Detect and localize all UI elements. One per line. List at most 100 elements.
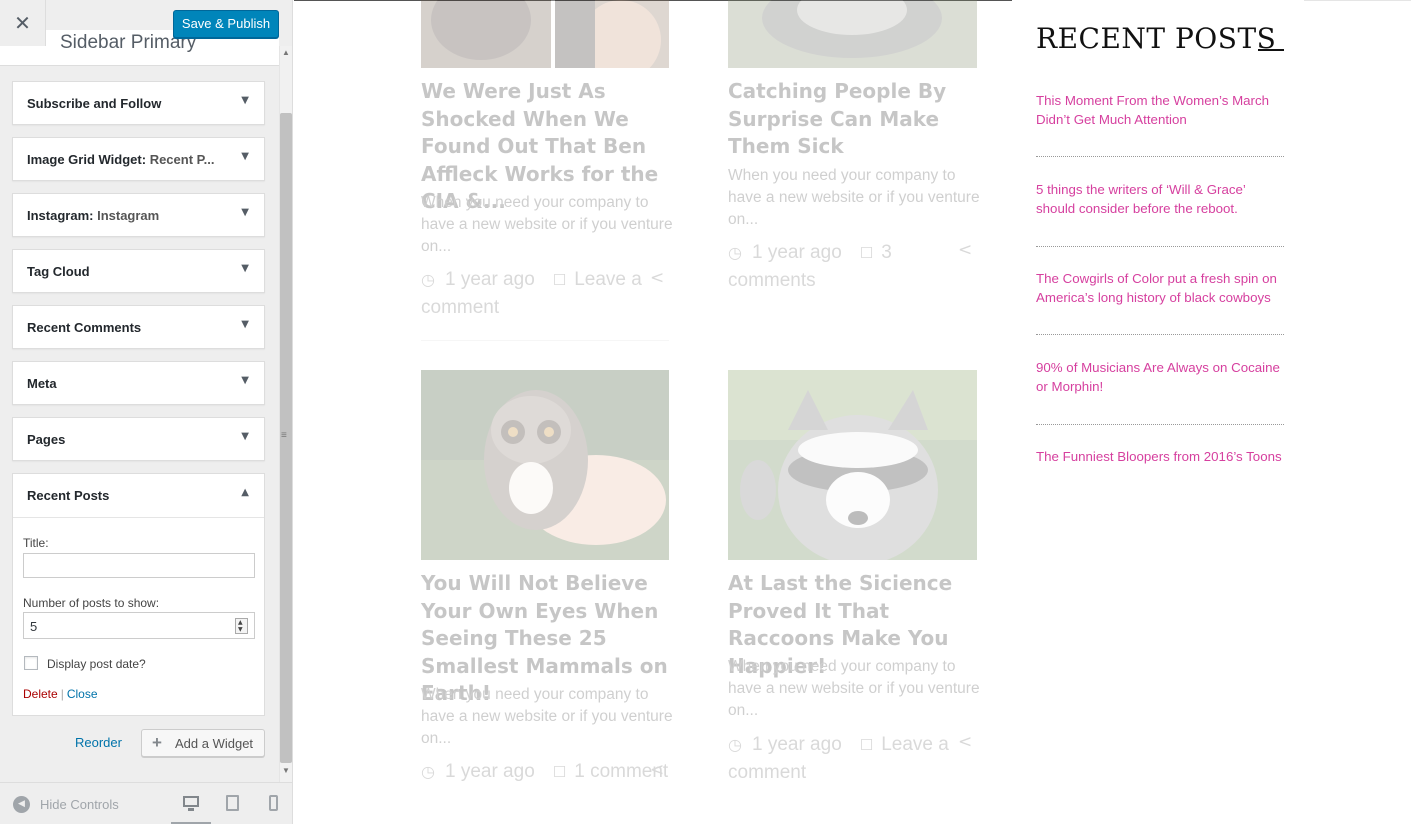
close-link[interactable]: Close	[67, 687, 98, 701]
display-date-checkbox[interactable]	[24, 656, 38, 670]
link-divider	[1036, 334, 1284, 335]
share-icon[interactable]: <	[650, 760, 664, 780]
post-time[interactable]: 1 year ago	[752, 734, 842, 755]
preview-tablet-button[interactable]	[212, 783, 252, 824]
customizer-footer: ◀ Hide Controls	[0, 782, 292, 824]
scroll-up-arrow-icon[interactable]: ▲	[282, 48, 290, 57]
widget-subscribe-and-follow[interactable]: Subscribe and Follow ▼	[12, 81, 265, 125]
post-divider	[421, 340, 669, 341]
post-time[interactable]: 1 year ago	[445, 761, 535, 782]
share-icon[interactable]: <	[958, 732, 972, 752]
hide-controls-icon[interactable]: ◀	[13, 796, 30, 813]
title-input[interactable]	[23, 553, 255, 578]
add-widget-button[interactable]: + Add a Widget	[141, 729, 265, 757]
portrait-photo-image	[421, 0, 669, 68]
number-field-label: Number of posts to show:	[23, 596, 160, 610]
add-widget-label: Add a Widget	[175, 736, 254, 751]
customizer-header: ✕ Save & Publish	[0, 0, 292, 46]
link-divider	[1036, 424, 1284, 425]
expand-arrow-icon[interactable]: ▼	[241, 319, 249, 330]
link-divider	[1036, 246, 1284, 247]
stepper-up-icon[interactable]: ▲	[238, 619, 243, 626]
scroll-down-arrow-icon[interactable]: ▼	[282, 766, 290, 775]
post-time[interactable]: 1 year ago	[752, 242, 842, 263]
recent-posts-heading: RECENT POSTS	[1036, 22, 1277, 55]
post-meta: ◷ 1 year ago ☐ 3 comments	[728, 239, 980, 294]
widget-tag-cloud[interactable]: Tag Cloud ▼	[12, 249, 265, 293]
collapse-arrow-icon[interactable]: ▲	[241, 487, 249, 498]
expand-arrow-icon[interactable]: ▼	[241, 207, 249, 218]
widget-actions: Delete | Close	[23, 687, 98, 701]
clock-icon: ◷	[421, 270, 435, 289]
stepper-down-icon[interactable]: ▼	[238, 626, 243, 633]
expand-arrow-icon[interactable]: ▼	[241, 431, 249, 442]
recent-post-link[interactable]: 5 things the writers of ‘Will & Grace’ s…	[1036, 180, 1288, 218]
number-of-posts-value: 5	[30, 619, 38, 634]
title-field-label: Title:	[23, 536, 49, 550]
post-excerpt: When you need your company to have a new…	[728, 658, 980, 719]
widget-title: Tag Cloud	[27, 264, 90, 279]
post-excerpt: When you need your company to have a new…	[421, 194, 673, 255]
widget-instagram[interactable]: Instagram: Instagram ▼	[12, 193, 265, 237]
number-of-posts-input[interactable]: 5 ▲ ▼	[23, 612, 255, 639]
widget-subtitle: Instagram	[97, 208, 160, 223]
desktop-icon-stand	[188, 808, 194, 811]
scroll-grip-icon: ≡	[281, 430, 287, 441]
widget-title: Recent Comments	[27, 320, 142, 335]
post-time[interactable]: 1 year ago	[445, 269, 535, 290]
widget-subtitle: Recent P...	[149, 152, 215, 167]
heading-underline	[1258, 49, 1284, 51]
close-icon[interactable]: ✕	[0, 0, 46, 46]
widget-meta[interactable]: Meta ▼	[12, 361, 265, 405]
tablet-icon	[226, 795, 239, 811]
link-divider	[1036, 156, 1284, 157]
preview-top-border-right	[1304, 0, 1411, 1]
widget-title: Subscribe and Follow	[27, 96, 162, 111]
post-thumbnail-portrait[interactable]	[421, 0, 669, 68]
expand-arrow-icon[interactable]: ▼	[241, 151, 249, 162]
post-meta: ◷ 1 year ago ☐ 1 comment	[421, 758, 673, 786]
post-meta: ◷ 1 year ago ☐ Leave a comment	[421, 266, 673, 321]
slow-loris-photo-image	[421, 370, 669, 560]
expand-arrow-icon[interactable]: ▼	[241, 263, 249, 274]
post-thumbnail-animal[interactable]	[728, 0, 977, 68]
number-stepper[interactable]: ▲ ▼	[235, 618, 248, 634]
post-thumbnail-raccoon[interactable]	[728, 370, 977, 560]
site-preview: We Were Just As Shocked When We Found Ou…	[294, 0, 1411, 824]
recent-post-link[interactable]: The Funniest Bloopers from 2016’s Toons	[1036, 447, 1288, 466]
post-title[interactable]: Catching People By Surprise Can Make The…	[728, 78, 980, 161]
widget-recent-posts: Recent Posts ▲ Title: Number of posts to…	[12, 473, 265, 716]
post-meta: ◷ 1 year ago ☐ Leave a comment	[728, 731, 980, 786]
expand-arrow-icon[interactable]: ▼	[241, 375, 249, 386]
animal-fur-photo-image	[728, 0, 977, 68]
clock-icon: ◷	[421, 762, 435, 781]
post-thumbnail-loris[interactable]	[421, 370, 669, 560]
share-icon[interactable]: <	[958, 240, 972, 260]
comment-icon: ☐	[552, 271, 567, 289]
widget-title: Pages	[27, 432, 66, 447]
clock-icon: ◷	[728, 735, 742, 754]
recent-post-link[interactable]: This Moment From the Women’s March Didn’…	[1036, 91, 1288, 129]
comment-icon: ☐	[859, 244, 874, 262]
customizer-panel: Sidebar Primary ✕ Save & Publish Subscri…	[0, 0, 293, 824]
widget-pages[interactable]: Pages ▼	[12, 417, 265, 461]
expand-arrow-icon[interactable]: ▼	[241, 95, 249, 106]
recent-post-link[interactable]: 90% of Musicians Are Always on Cocaine o…	[1036, 358, 1288, 396]
action-separator: |	[60, 687, 64, 701]
save-publish-button[interactable]: Save & Publish	[173, 10, 279, 38]
comment-icon: ☐	[859, 736, 874, 754]
display-date-label: Display post date?	[47, 657, 146, 671]
preview-mobile-button[interactable]	[253, 783, 292, 824]
widget-image-grid[interactable]: Image Grid Widget: Recent P... ▼	[12, 137, 265, 181]
widget-recent-comments[interactable]: Recent Comments ▼	[12, 305, 265, 349]
delete-link[interactable]: Delete	[23, 687, 58, 701]
hide-controls-link[interactable]: Hide Controls	[40, 797, 119, 812]
plus-icon: +	[152, 733, 162, 752]
preview-desktop-button[interactable]	[171, 783, 211, 824]
reorder-link[interactable]: Reorder	[75, 735, 122, 750]
comment-icon: ☐	[552, 763, 567, 781]
widget-recent-posts-header[interactable]: Recent Posts ▲	[13, 474, 264, 518]
share-icon[interactable]: <	[650, 268, 664, 288]
widget-title: Meta	[27, 376, 57, 391]
recent-post-link[interactable]: The Cowgirls of Color put a fresh spin o…	[1036, 269, 1288, 307]
